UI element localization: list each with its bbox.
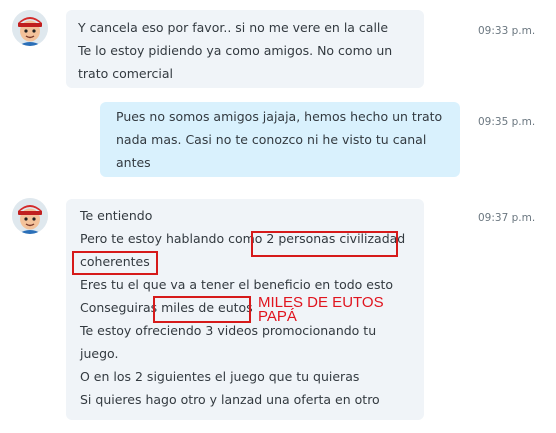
cartoon-avatar-icon — [12, 198, 48, 234]
contact-avatar[interactable] — [12, 10, 48, 46]
annotation-text: MILES DE EUTOS PAPÁ — [258, 295, 384, 325]
message-text: Pues no somos amigos jajaja, hemos hecho… — [116, 109, 443, 124]
message-timestamp: 09:37 p.m. — [478, 212, 536, 224]
message-text: nada mas. Casi no te conozco ni he visto… — [116, 132, 427, 147]
highlight-box-miles-de-eutos — [153, 296, 251, 323]
cartoon-avatar-icon — [12, 10, 48, 46]
highlight-box-personas-civilizadad — [251, 231, 398, 257]
message-text: Te lo estoy pidiendo ya como amigos. No … — [78, 43, 393, 58]
message-bubble-incoming: Y cancela eso por favor.. si no me vere … — [66, 10, 424, 88]
message-text: Te entiendo — [80, 208, 153, 223]
message-text: Y cancela eso por favor.. si no me vere … — [78, 20, 389, 35]
message-bubble-outgoing: Pues no somos amigos jajaja, hemos hecho… — [100, 102, 460, 177]
message-text: juego. — [80, 346, 119, 361]
message-text: antes — [116, 155, 151, 170]
contact-avatar[interactable] — [12, 198, 48, 234]
message-timestamp: 09:33 p.m. — [478, 25, 536, 37]
message-timestamp: 09:35 p.m. — [478, 116, 536, 128]
highlight-box-coherentes — [72, 251, 158, 275]
message-text: trato comercial — [78, 66, 173, 81]
annotation-line: PAPÁ — [258, 308, 297, 325]
message-text: Si quieres hago otro y lanzad una oferta… — [80, 392, 380, 407]
message-text: O en los 2 siguientes el juego que tu qu… — [80, 369, 360, 384]
message-text: Eres tu el que va a tener el beneficio e… — [80, 277, 394, 292]
